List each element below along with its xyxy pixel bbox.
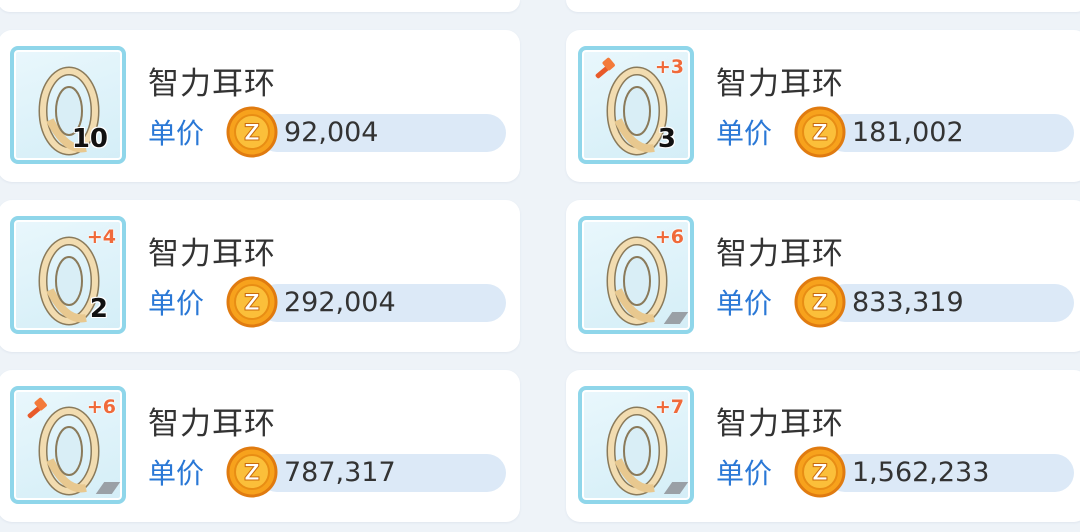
item-name: 智力耳环 — [716, 406, 844, 442]
earring-icon — [606, 406, 668, 496]
price-row: 单价 Z 787,317 — [148, 446, 508, 498]
item-name: 智力耳环 — [148, 406, 276, 442]
refine-level: +7 — [654, 396, 684, 418]
unit-price-label: 单价 — [716, 287, 773, 320]
listing-card[interactable]: +7 智力耳环 单价 Z 1,562,233 — [566, 370, 1080, 522]
svg-text:Z: Z — [244, 461, 260, 486]
item-name: 智力耳环 — [716, 66, 844, 102]
zeny-coin-icon: Z — [226, 276, 278, 328]
unit-price-value: 292,004 — [284, 287, 396, 318]
item-slot[interactable]: +6 — [578, 216, 694, 334]
unit-price-label: 单价 — [148, 457, 205, 490]
listing-card[interactable]: +6 智力耳环 单价 Z 787,317 — [0, 370, 520, 522]
unit-price-label: 单价 — [148, 117, 205, 150]
refine-level: +6 — [654, 226, 684, 248]
item-slot[interactable]: +3 3 — [578, 46, 694, 164]
item-slot[interactable]: +6 — [10, 386, 126, 504]
zeny-coin-icon: Z — [794, 276, 846, 328]
svg-text:Z: Z — [812, 121, 828, 146]
zeny-coin-icon: Z — [226, 446, 278, 498]
item-name: 智力耳环 — [148, 236, 276, 272]
listing-card[interactable]: 10 智力耳环 单价 Z 92,004 — [0, 30, 520, 182]
earring-icon — [38, 406, 100, 496]
svg-text:Z: Z — [812, 461, 828, 486]
unit-price-value: 833,319 — [852, 287, 964, 318]
svg-text:Z: Z — [244, 291, 260, 316]
item-quantity: 10 — [71, 124, 108, 154]
item-slot[interactable]: +4 2 — [10, 216, 126, 334]
price-row: 单价 Z 833,319 — [716, 276, 1076, 328]
item-name: 智力耳环 — [148, 66, 276, 102]
refine-level: +3 — [654, 56, 684, 78]
zeny-coin-icon: Z — [226, 106, 278, 158]
item-quantity: 3 — [657, 124, 676, 154]
svg-text:Z: Z — [812, 291, 828, 316]
zeny-coin-icon: Z — [794, 446, 846, 498]
partial-listing-card-right[interactable] — [566, 0, 1080, 12]
refine-level: +4 — [86, 226, 116, 248]
unit-price-value: 92,004 — [284, 117, 379, 148]
partial-listing-card-left[interactable] — [0, 0, 520, 12]
svg-text:Z: Z — [244, 121, 260, 146]
listing-card[interactable]: +6 智力耳环 单价 Z 833,319 — [566, 200, 1080, 352]
earring-icon — [606, 236, 668, 326]
price-row: 单价 Z 92,004 — [148, 106, 508, 158]
listing-card[interactable]: +3 3 智力耳环 单价 Z 181,002 — [566, 30, 1080, 182]
price-row: 单价 Z 292,004 — [148, 276, 508, 328]
price-row: 单价 Z 1,562,233 — [716, 446, 1076, 498]
item-quantity: 2 — [89, 294, 108, 324]
unit-price-value: 181,002 — [852, 117, 964, 148]
price-row: 单价 Z 181,002 — [716, 106, 1076, 158]
unit-price-value: 787,317 — [284, 457, 396, 488]
listing-card[interactable]: +4 2 智力耳环 单价 Z 292,004 — [0, 200, 520, 352]
item-name: 智力耳环 — [716, 236, 844, 272]
zeny-coin-icon: Z — [794, 106, 846, 158]
item-slot[interactable]: 10 — [10, 46, 126, 164]
unit-price-label: 单价 — [716, 457, 773, 490]
refine-level: +6 — [86, 396, 116, 418]
unit-price-label: 单价 — [716, 117, 773, 150]
unit-price-label: 单价 — [148, 287, 205, 320]
item-slot[interactable]: +7 — [578, 386, 694, 504]
unit-price-value: 1,562,233 — [852, 457, 990, 488]
